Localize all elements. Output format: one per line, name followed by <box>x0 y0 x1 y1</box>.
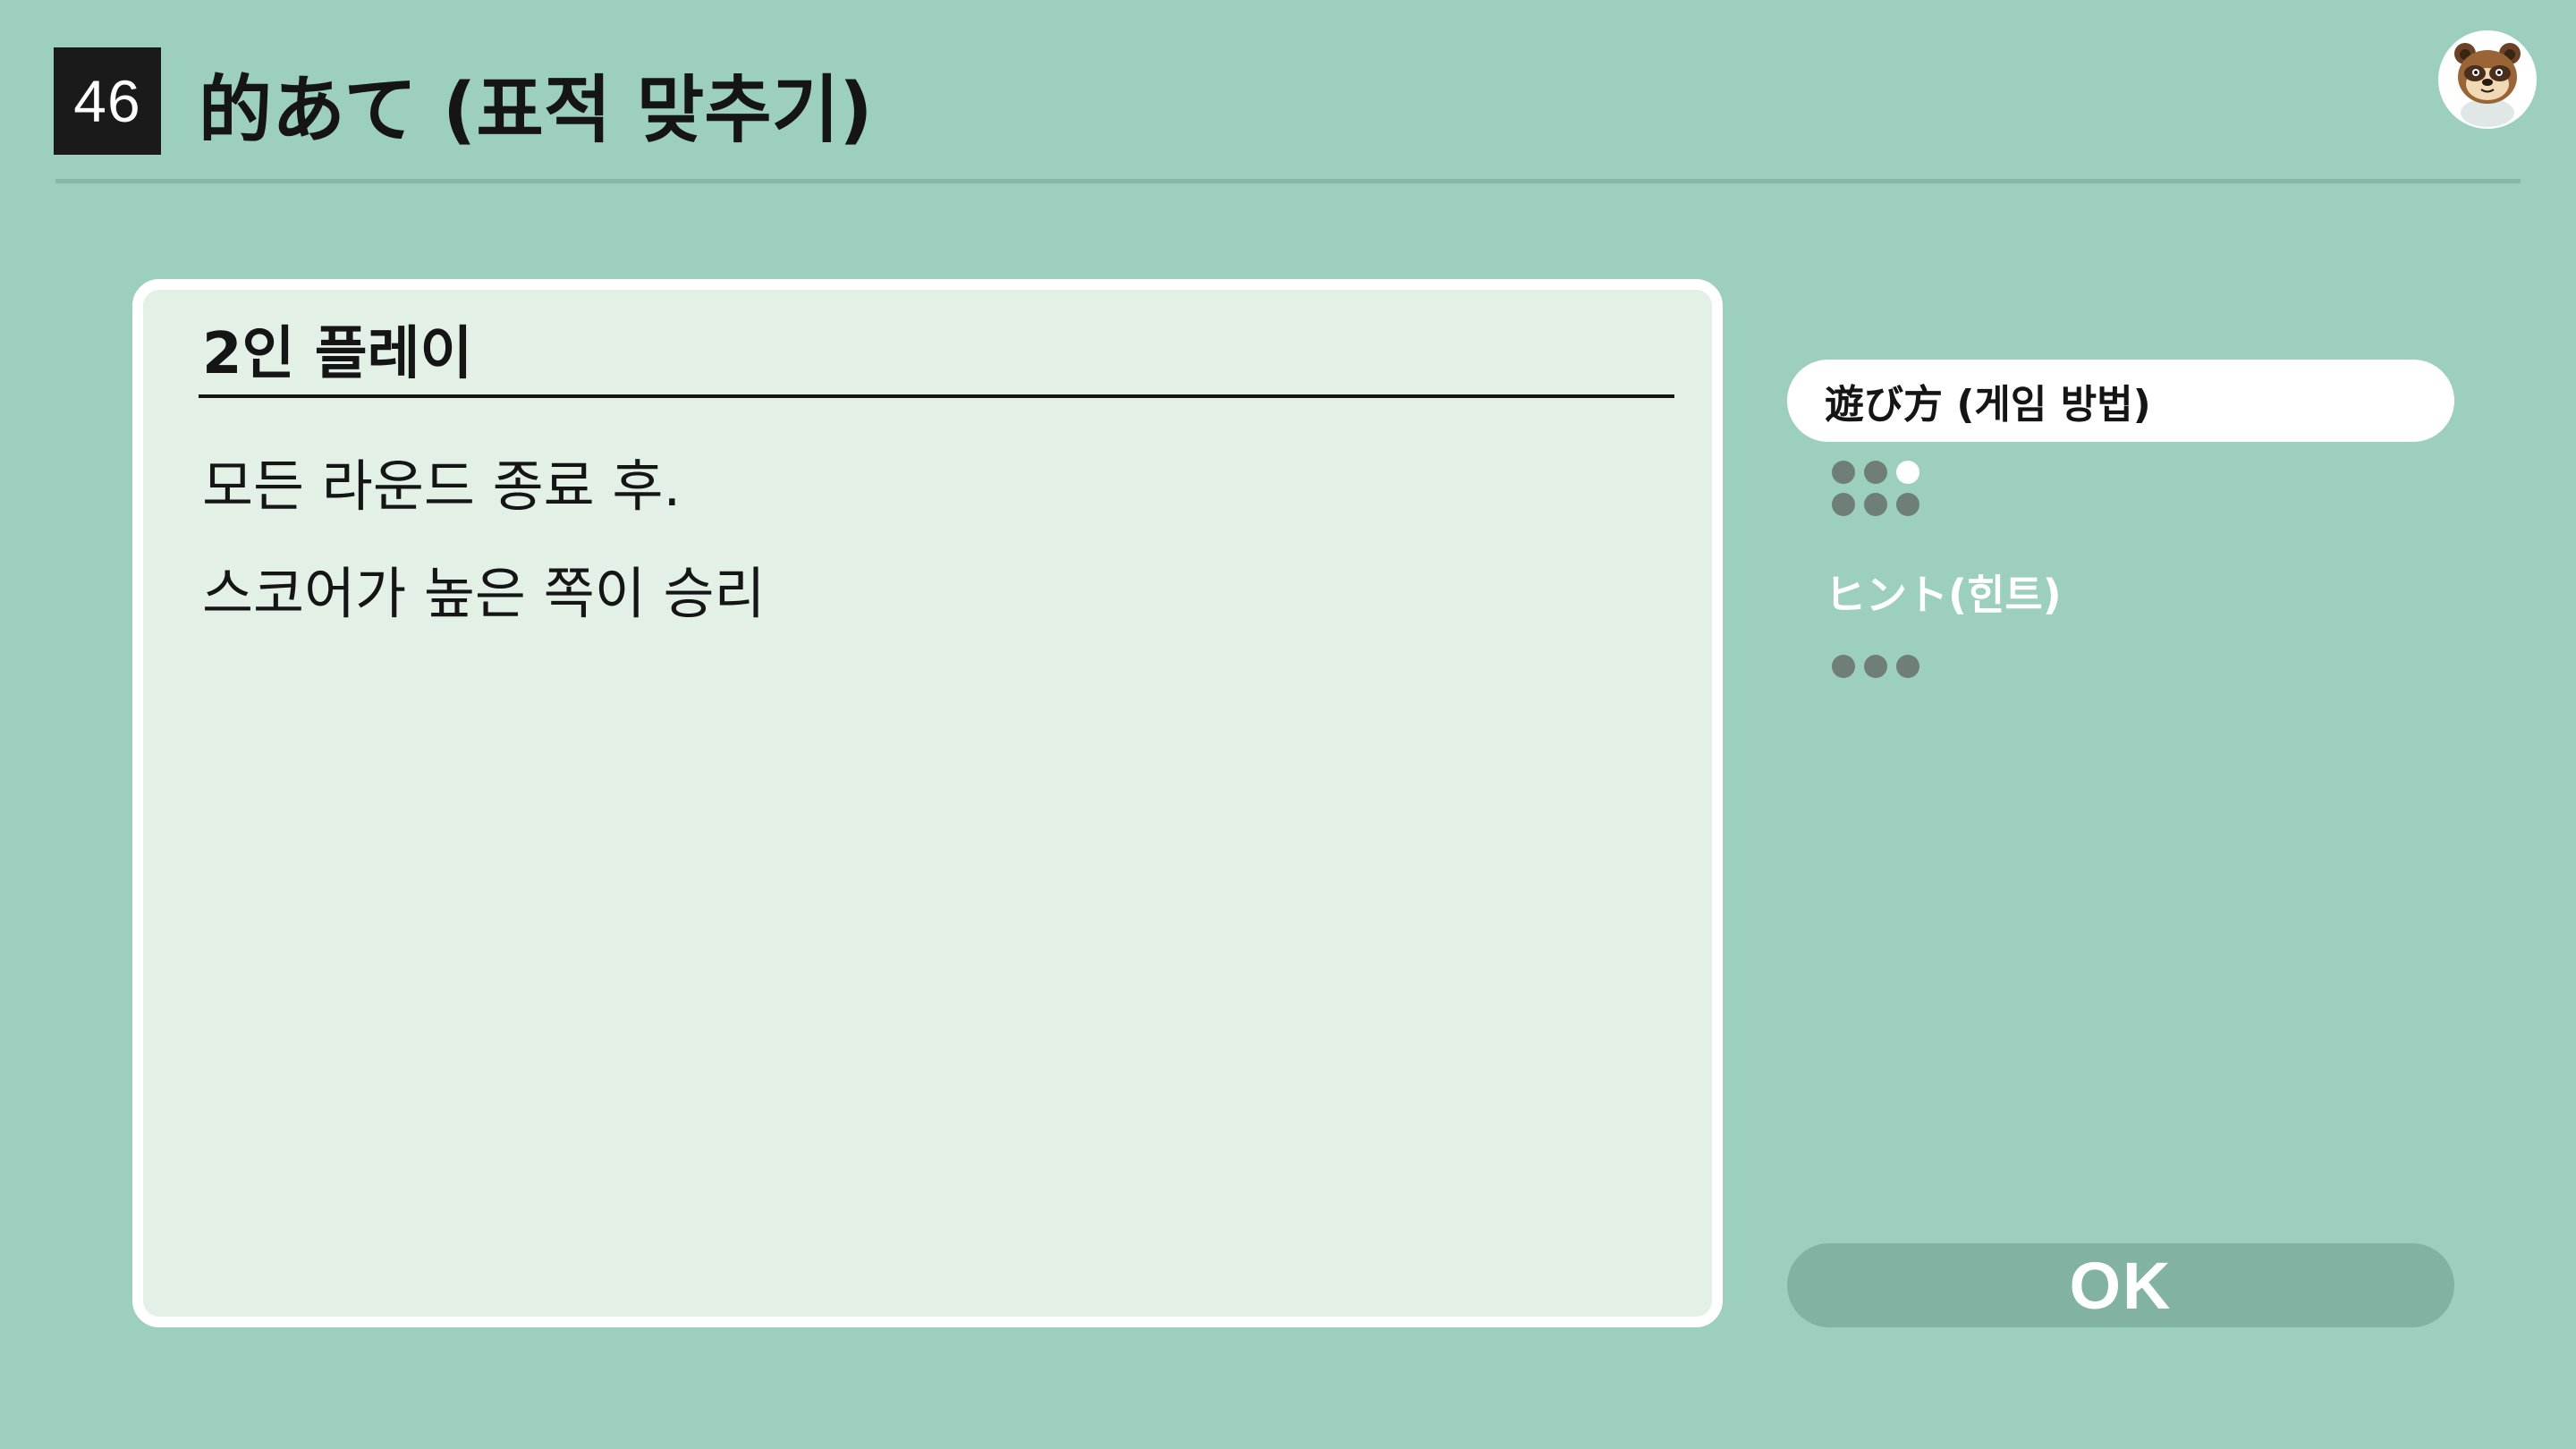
page-title: 的あて (표적 맞추기) <box>199 67 873 153</box>
tanuki-character-icon <box>2440 32 2535 127</box>
rules-panel: 2인 플레이 모든 라운드 종료 후. 스코어가 높은 쪽이 승리 <box>132 279 1723 1327</box>
panel-title-divider <box>199 394 1674 398</box>
rules-line: 스코어가 높은 쪽이 승리 <box>202 561 766 626</box>
tab-how-to-play[interactable]: 遊び方 (게임 방법) <box>1787 360 2454 442</box>
page-dot <box>1896 493 1919 516</box>
page-dot <box>1864 655 1887 678</box>
how-to-play-page-indicator <box>1832 461 1919 516</box>
header-divider <box>55 179 2521 183</box>
page-dot <box>1832 655 1855 678</box>
page-dot <box>1864 493 1887 516</box>
panel-title: 2인 플레이 <box>202 321 473 387</box>
header-bar: 46 的あて (표적 맞추기) <box>0 0 2576 188</box>
page-dot <box>1832 461 1855 484</box>
ok-button[interactable]: OK <box>1787 1243 2454 1327</box>
page-dot <box>1864 461 1887 484</box>
game-number-badge: 46 <box>54 47 161 155</box>
page-dot <box>1832 493 1855 516</box>
page-dot-current <box>1896 461 1919 484</box>
rules-line: 모든 라운드 종료 후. <box>202 453 682 519</box>
user-avatar[interactable] <box>2438 30 2537 129</box>
hint-page-indicator <box>1832 655 1919 678</box>
tab-hint[interactable]: ヒント(힌트) <box>1825 556 2062 628</box>
rules-text: 모든 라운드 종료 후. 스코어가 높은 쪽이 승리 <box>202 433 1633 648</box>
page-dot <box>1896 655 1919 678</box>
